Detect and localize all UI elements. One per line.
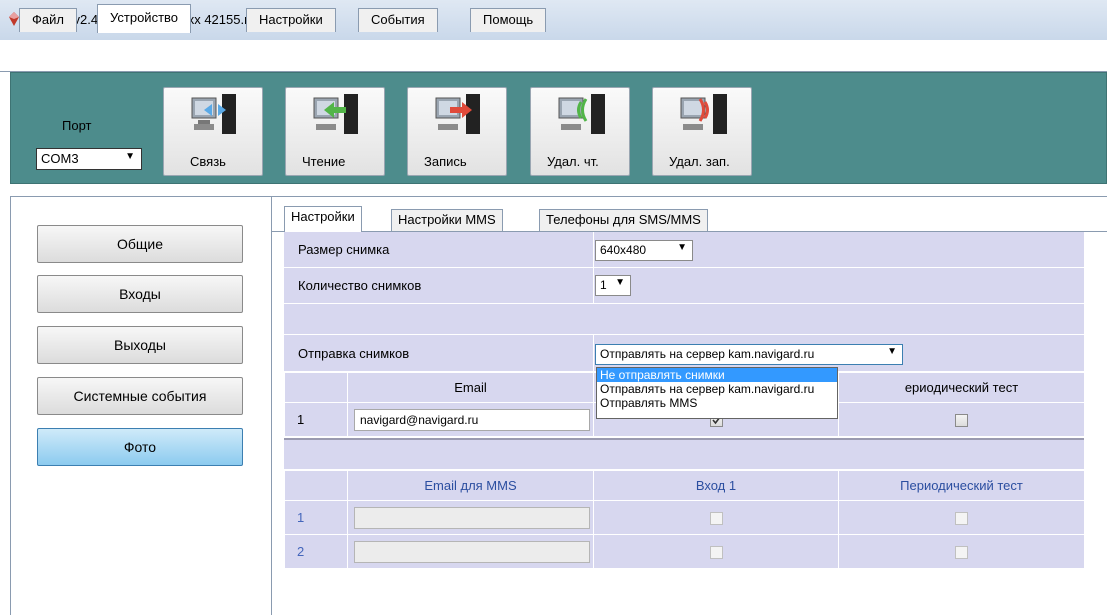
chevron-down-icon: ▼ xyxy=(887,346,897,357)
connect-button[interactable]: Связь xyxy=(163,87,263,176)
send-label: Отправка снимков xyxy=(298,346,410,361)
count-value: 1 xyxy=(600,278,607,292)
menu-bar xyxy=(0,40,1107,72)
port-select[interactable]: COM3 ▼ xyxy=(36,148,142,170)
remote-write-icon xyxy=(680,94,727,134)
menu-tab-device[interactable]: Устройство xyxy=(97,4,192,33)
size-row: Размер снимка 640x480 ▼ xyxy=(284,232,1084,268)
row-number: 1 xyxy=(284,402,348,437)
chevron-down-icon: ▼ xyxy=(677,242,687,253)
read-label: Чтение xyxy=(302,154,346,169)
row-number: 1 xyxy=(284,500,348,535)
dropdown-option-server[interactable]: Отправлять на сервер kam.navigard.ru xyxy=(597,382,837,396)
mms-email-input[interactable] xyxy=(354,540,590,563)
periodic-test-checkbox[interactable] xyxy=(955,414,968,428)
remote-read-label: Удал. чт. xyxy=(547,154,599,169)
spacer-row xyxy=(284,304,1084,335)
menu-tab-settings[interactable]: Настройки xyxy=(246,8,336,32)
write-label: Запись xyxy=(424,154,467,169)
mms-email-table: Email для MMS Вход 1 Периодический тест … xyxy=(284,470,1085,569)
tab-sms-mms-phones[interactable]: Телефоны для SMS/MMS xyxy=(539,209,708,231)
send-dropdown-list: Не отправлять снимки Отправлять на серве… xyxy=(596,367,838,419)
write-icon xyxy=(435,94,480,134)
size-label: Размер снимка xyxy=(298,242,390,257)
send-value: Отправлять на сервер kam.navigard.ru xyxy=(600,347,815,361)
tab-settings[interactable]: Настройки xyxy=(284,206,362,232)
mms-email-input[interactable] xyxy=(354,506,590,529)
periodic-test-checkbox[interactable] xyxy=(955,512,968,526)
column-header xyxy=(284,372,348,403)
send-select[interactable]: Отправлять на сервер kam.navigard.ru ▼ xyxy=(595,344,903,365)
port-value: COM3 xyxy=(41,151,79,166)
dropdown-option-no-send[interactable]: Не отправлять снимки xyxy=(597,368,837,382)
connect-label: Связь xyxy=(190,154,226,169)
write-button[interactable]: Запись xyxy=(407,87,507,176)
menu-tab-file[interactable]: Файл xyxy=(19,8,77,32)
read-button[interactable]: Чтение xyxy=(285,87,385,176)
sidebar-item-general[interactable]: Общие xyxy=(37,225,243,263)
input1-checkbox[interactable] xyxy=(709,512,723,526)
menu-tab-events[interactable]: События xyxy=(358,8,438,32)
port-label: Порт xyxy=(62,118,92,133)
dropdown-option-mms[interactable]: Отправлять MMS xyxy=(597,396,837,410)
input1-checkbox[interactable] xyxy=(709,546,723,560)
table-header-row: Email для MMS Вход 1 Периодический тест xyxy=(284,470,1085,501)
remote-write-label: Удал. зап. xyxy=(669,154,730,169)
chevron-down-icon: ▼ xyxy=(615,277,625,288)
sidebar-item-inputs[interactable]: Входы xyxy=(37,275,243,313)
remote-read-button[interactable]: Удал. чт. xyxy=(530,87,630,176)
size-select[interactable]: 640x480 ▼ xyxy=(595,240,693,261)
sidebar-item-system-events[interactable]: Системные события xyxy=(37,377,243,415)
table-row: 1 xyxy=(284,500,1085,535)
remote-write-button[interactable]: Удал. зап. xyxy=(652,87,752,176)
column-header-periodic-test: ериодический тест xyxy=(838,372,1085,403)
sidebar-item-photo[interactable]: Фото xyxy=(37,428,243,466)
column-header-mms-email: Email для MMS xyxy=(347,470,594,501)
periodic-test-checkbox[interactable] xyxy=(955,546,968,560)
count-label: Количество снимков xyxy=(298,278,422,293)
column-header xyxy=(284,470,348,501)
column-header-periodic-test: Периодический тест xyxy=(838,470,1085,501)
tab-mms-settings[interactable]: Настройки MMS xyxy=(391,209,503,231)
column-header-email: Email xyxy=(347,372,594,403)
chevron-down-icon: ▼ xyxy=(125,151,135,162)
column-header-input1: Вход 1 xyxy=(593,470,839,501)
count-row: Количество снимков 1 ▼ xyxy=(284,268,1084,304)
remote-read-icon xyxy=(558,94,605,134)
row-number: 2 xyxy=(284,534,348,569)
section-separator xyxy=(284,438,1084,470)
email-input[interactable]: navigard@navigard.ru xyxy=(354,408,590,431)
menu-tab-help[interactable]: Помощь xyxy=(470,8,547,32)
connect-icon xyxy=(191,94,236,134)
read-icon xyxy=(313,94,358,134)
count-select[interactable]: 1 ▼ xyxy=(595,275,631,296)
size-value: 640x480 xyxy=(600,243,647,257)
sidebar-item-outputs[interactable]: Выходы xyxy=(37,326,243,364)
sidebar-divider xyxy=(271,196,272,615)
table-row: 2 xyxy=(284,534,1085,569)
